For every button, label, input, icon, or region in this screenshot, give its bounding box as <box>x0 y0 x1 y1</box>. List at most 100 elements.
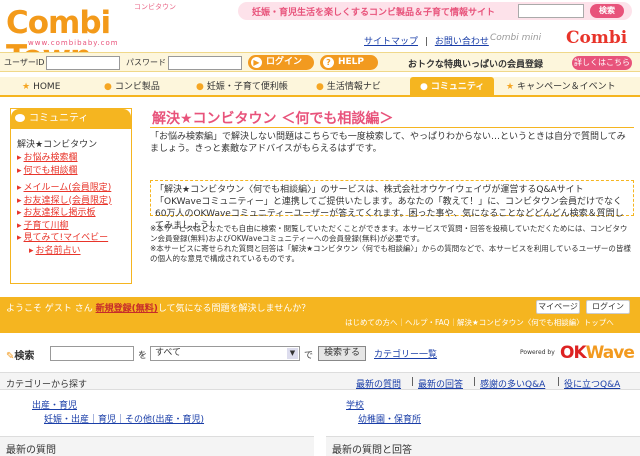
service-notes: ※本サービスはどなたでも自由に検索・閲覧していただくことができます。本サービスで… <box>150 224 634 264</box>
nav-campaign[interactable]: ★ キャンペーン＆イベント <box>506 79 616 95</box>
chat-icon: ● <box>420 82 428 92</box>
welcome-login-button[interactable]: ログイン <box>586 300 630 314</box>
logo-kana: コンビタウン <box>134 3 176 11</box>
sidebar-item-friends[interactable]: お友達探し(会員限定) <box>17 195 131 208</box>
sidebar-item-mailroom[interactable]: メイルーム(会員限定) <box>17 182 131 195</box>
contact-link[interactable]: お問い合わせ <box>435 37 489 47</box>
nav-home[interactable]: ★ HOME <box>22 79 60 95</box>
combi-brand-logo[interactable]: Combi <box>566 28 627 48</box>
sidebar-heading-label: コミュニティ <box>29 113 89 124</box>
category-school-children[interactable]: 幼稚園・保育所 <box>358 412 421 425</box>
note-icon: ● <box>196 82 204 92</box>
welcome-message: ようこそ ゲスト さん 新規登録(無料)して気になる問題を解決しませんか？ <box>6 301 310 314</box>
logo-url: www.combibaby.com <box>28 39 119 47</box>
register-link[interactable]: 新規登録(無料) <box>96 304 158 314</box>
password-input[interactable] <box>168 56 242 70</box>
category-birth-childcare[interactable]: 出産・育児 <box>32 398 77 411</box>
bulb-icon: ● <box>316 82 324 92</box>
nav-products-label: コンビ製品 <box>114 82 160 92</box>
nav-life-info[interactable]: ● 生活情報ナビ <box>316 79 381 95</box>
sidebar-title: 解決★コンビタウン <box>17 140 98 150</box>
tagline: 妊娠・育児生活を楽しくするコンビ製品＆子育て情報サイト <box>252 8 496 18</box>
arrow-icon: ▶ <box>251 57 262 68</box>
category-section: カテゴリーから探す 最新の質問 | 最新の回答 | 感謝の多いQ&A | 役に立… <box>0 372 640 425</box>
combi-mini-logo[interactable]: Combi mini <box>490 33 541 43</box>
sidebar-item-search[interactable]: お悩み検索欄 <box>17 152 131 165</box>
welcome-prefix: ようこそ ゲスト さん <box>6 304 96 314</box>
global-nav: ★ HOME ● コンビ製品 ● 妊娠・子育て便利帳 ● 生活情報ナビ ● コミュニティ … <box>0 77 640 97</box>
member-promo-text: おトクな特典いっぱいの会員登録 <box>408 60 544 70</box>
utility-links: サイトマップ | お問い合わせ <box>364 37 489 47</box>
search-particle-de: で <box>304 351 314 361</box>
community-sidebar: コミュニティ 解決★コンビタウン お悩み検索欄 何でも相談欄 メイルーム(会員限… <box>10 108 132 284</box>
welcome-suffix: して気になる問題を解決しませんか？ <box>157 304 311 314</box>
latest-questions-heading: 最新の質問 <box>0 436 314 456</box>
speech-bubble-icon <box>15 114 25 122</box>
nav-handbook-label: 妊娠・子育て便利帳 <box>206 82 288 92</box>
sitemap-link[interactable]: サイトマップ <box>364 37 418 47</box>
tagline-bar: 妊娠・育児生活を楽しくするコンビ製品＆子育て情報サイト 検索 <box>238 2 632 20</box>
search-particle-wo: を <box>138 351 148 361</box>
category-school[interactable]: 学校 <box>346 398 364 411</box>
user-id-input[interactable] <box>46 56 120 70</box>
sidebar-item-name-fortune[interactable]: お名前占い <box>29 245 131 258</box>
sidebar-item-consult[interactable]: 何でも相談欄 <box>17 165 131 178</box>
page-title: 解決★コンビタウン ＜何でも相談編＞ <box>152 111 394 127</box>
welcome-sub-links[interactable]: はじめての方へ｜ヘルプ・FAQ｜解決★コンビタウン〈何でも相談編〉トップへ <box>345 317 614 328</box>
top-search-input[interactable] <box>518 4 584 18</box>
login-button-label: ログイン <box>266 57 303 67</box>
login-bar: ユーザーID パスワード ▶ ログイン ? HELP おトクな特典いっぱいの会員… <box>0 52 640 72</box>
sidebar-item-my-baby[interactable]: 見てみて!マイベビー <box>17 232 131 245</box>
okwave-search-row: ✎検索 を すべて ▼ で 検索する カテゴリー一覧 Powered by OK… <box>0 343 640 365</box>
question-icon: ? <box>323 57 334 68</box>
sidebar-item-senryu[interactable]: 子育て川柳 <box>17 220 131 233</box>
nav-combi-products[interactable]: ● コンビ製品 <box>104 79 160 95</box>
tab-latest-questions[interactable]: 最新の質問 <box>356 377 401 390</box>
tab-latest-answers[interactable]: 最新の回答 <box>418 377 463 390</box>
chevron-down-icon: ▼ <box>287 348 298 359</box>
tab-useful-qa[interactable]: 役に立つQ&A <box>564 377 620 390</box>
keyword-input[interactable] <box>50 346 134 361</box>
nav-campaign-label: キャンペーン＆イベント <box>517 82 616 92</box>
okwave-logo[interactable]: OKWave <box>560 343 635 363</box>
nav-life-info-label: 生活情報ナビ <box>326 82 381 92</box>
sidebar-heading: コミュニティ <box>11 109 131 129</box>
category-select[interactable]: すべて ▼ <box>150 346 300 361</box>
mypage-button[interactable]: マイページ <box>536 300 580 314</box>
okwave-wave: Wave <box>585 343 635 363</box>
nav-home-label: HOME <box>33 82 61 92</box>
bottle-icon: ● <box>104 82 112 92</box>
login-button[interactable]: ▶ ログイン <box>248 55 314 70</box>
search-label: ✎検索 <box>6 347 34 362</box>
tab-most-thanked[interactable]: 感謝の多いQ&A <box>480 377 545 390</box>
nav-community-label: コミュニティ <box>430 82 485 92</box>
latest-qa-heading: 最新の質問と回答 <box>326 436 640 456</box>
category-list-link[interactable]: カテゴリー一覧 <box>374 347 437 360</box>
okwave-ok: OK <box>560 343 587 363</box>
password-label: パスワード <box>126 58 166 67</box>
nav-handbook[interactable]: ● 妊娠・子育て便利帳 <box>196 79 288 95</box>
welcome-bar: ようこそ ゲスト さん 新規登録(無料)して気になる問題を解決しませんか？ マイ… <box>0 297 640 333</box>
help-button[interactable]: ? HELP <box>320 55 378 70</box>
combi-town-logo[interactable]: Combi Town コンビタウン www.combibaby.com <box>6 2 176 74</box>
note-2: ※本サービスに寄せられた質問と回答は「解決★コンビタウン〈何でも相談編〉」からの… <box>150 244 631 263</box>
sidebar-item-friends-board[interactable]: お友達探し掲示板 <box>17 207 131 220</box>
member-details-button[interactable]: 詳しくはこちら <box>572 56 632 70</box>
search-button[interactable]: 検索する <box>318 346 366 361</box>
site-header: Combi Town コンビタウン www.combibaby.com 妊娠・育… <box>0 0 640 74</box>
category-select-value: すべて <box>155 348 182 358</box>
service-description: 「解決★コンビタウン〈何でも相談編〉」のサービスは、株式会社オウケイウェイヴが運… <box>150 180 634 231</box>
help-button-label: HELP <box>338 57 365 67</box>
star-icon: ★ <box>506 82 515 92</box>
category-heading: カテゴリーから探す <box>6 380 88 390</box>
note-1: ※本サービスはどなたでも自由に検索・閲覧していただくことができます。本サービスで… <box>150 224 628 243</box>
nav-community[interactable]: ● コミュニティ <box>410 77 495 97</box>
top-search-button[interactable]: 検索 <box>590 4 624 18</box>
search-label-text: 検索 <box>14 351 35 362</box>
category-header: カテゴリーから探す 最新の質問 | 最新の回答 | 感謝の多いQ&A | 役に立… <box>0 372 640 390</box>
category-birth-childcare-children[interactable]: 妊娠・出産｜育児｜その他(出産・育児) <box>44 412 204 425</box>
user-id-label: ユーザーID <box>4 58 45 67</box>
title-divider <box>150 127 634 128</box>
powered-by-text: Powered by <box>520 349 555 356</box>
star-icon: ★ <box>22 82 31 92</box>
